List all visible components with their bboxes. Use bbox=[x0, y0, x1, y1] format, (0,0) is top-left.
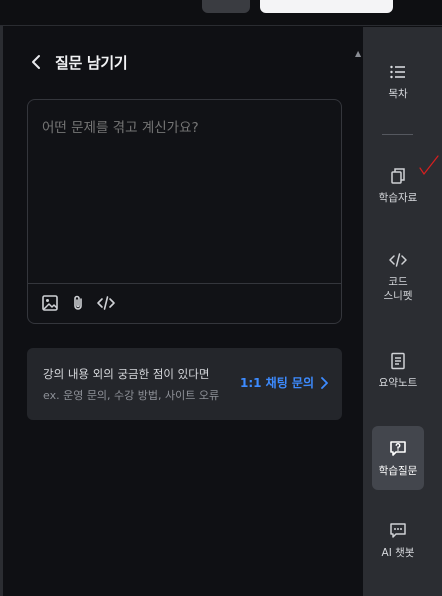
right-sidebar: 목차 학습자료 코드 스니펫 요약노트 학습질문 AI 챗봇 bbox=[363, 27, 442, 596]
question-panel: ▲ 질문 남기기 강의 내용 외의 궁금한 점이 있다면 ex. 운영 문의, … bbox=[3, 27, 363, 596]
panel-header: 질문 남기기 bbox=[27, 51, 128, 73]
note-icon bbox=[388, 351, 408, 371]
sidebar-item-label: 목차 bbox=[388, 88, 408, 100]
sidebar-item-summary-note[interactable]: 요약노트 bbox=[372, 351, 424, 390]
chat-icon bbox=[388, 521, 408, 541]
image-icon[interactable] bbox=[40, 293, 60, 313]
sidebar-item-toc[interactable]: 목차 bbox=[372, 62, 424, 101]
sidebar-item-learning-question[interactable]: 학습질문 bbox=[372, 426, 424, 490]
inquiry-sub-text: ex. 운영 문의, 수강 방법, 사이트 오류 bbox=[43, 389, 220, 402]
page-title: 질문 남기기 bbox=[55, 53, 128, 72]
question-editor bbox=[27, 99, 342, 324]
code-icon bbox=[388, 250, 408, 270]
copy-icon bbox=[388, 166, 408, 186]
sidebar-item-label: 요약노트 bbox=[378, 377, 418, 389]
top-bar bbox=[0, 0, 442, 26]
chevron-right-icon bbox=[321, 376, 328, 389]
sidebar-divider bbox=[382, 134, 413, 135]
sidebar-item-label: 학습자료 bbox=[378, 192, 418, 204]
sidebar-item-label: 학습질문 bbox=[378, 464, 418, 477]
editor-toolbar bbox=[40, 293, 116, 313]
chat-inquiry-label: 1:1 채팅 문의 bbox=[239, 376, 314, 390]
sidebar-item-ai-chatbot[interactable]: AI 챗봇 bbox=[372, 521, 424, 560]
question-input[interactable] bbox=[42, 116, 327, 281]
red-pen-mark bbox=[419, 155, 439, 176]
top-white-button[interactable] bbox=[260, 0, 393, 13]
sidebar-item-code-snippet[interactable]: 코드 스니펫 bbox=[372, 250, 424, 303]
sidebar-item-label: AI 챗봇 bbox=[381, 547, 415, 559]
sidebar-item-label: 코드 스니펫 bbox=[383, 276, 413, 302]
top-dark-button[interactable] bbox=[202, 0, 250, 13]
code-icon[interactable] bbox=[96, 293, 116, 313]
chat-inquiry-link[interactable]: 1:1 채팅 문의 bbox=[240, 374, 328, 391]
inquiry-card: 강의 내용 외의 궁금한 점이 있다면 ex. 운영 문의, 수강 방법, 사이… bbox=[27, 348, 342, 420]
editor-divider bbox=[28, 283, 341, 284]
list-icon bbox=[388, 62, 408, 82]
inquiry-main-text: 강의 내용 외의 궁금한 점이 있다면 bbox=[43, 367, 210, 381]
question-bubble-icon bbox=[388, 439, 408, 459]
back-chevron-icon[interactable] bbox=[27, 53, 45, 71]
attachment-icon[interactable] bbox=[68, 293, 88, 313]
scroll-up-icon[interactable]: ▲ bbox=[355, 49, 361, 58]
